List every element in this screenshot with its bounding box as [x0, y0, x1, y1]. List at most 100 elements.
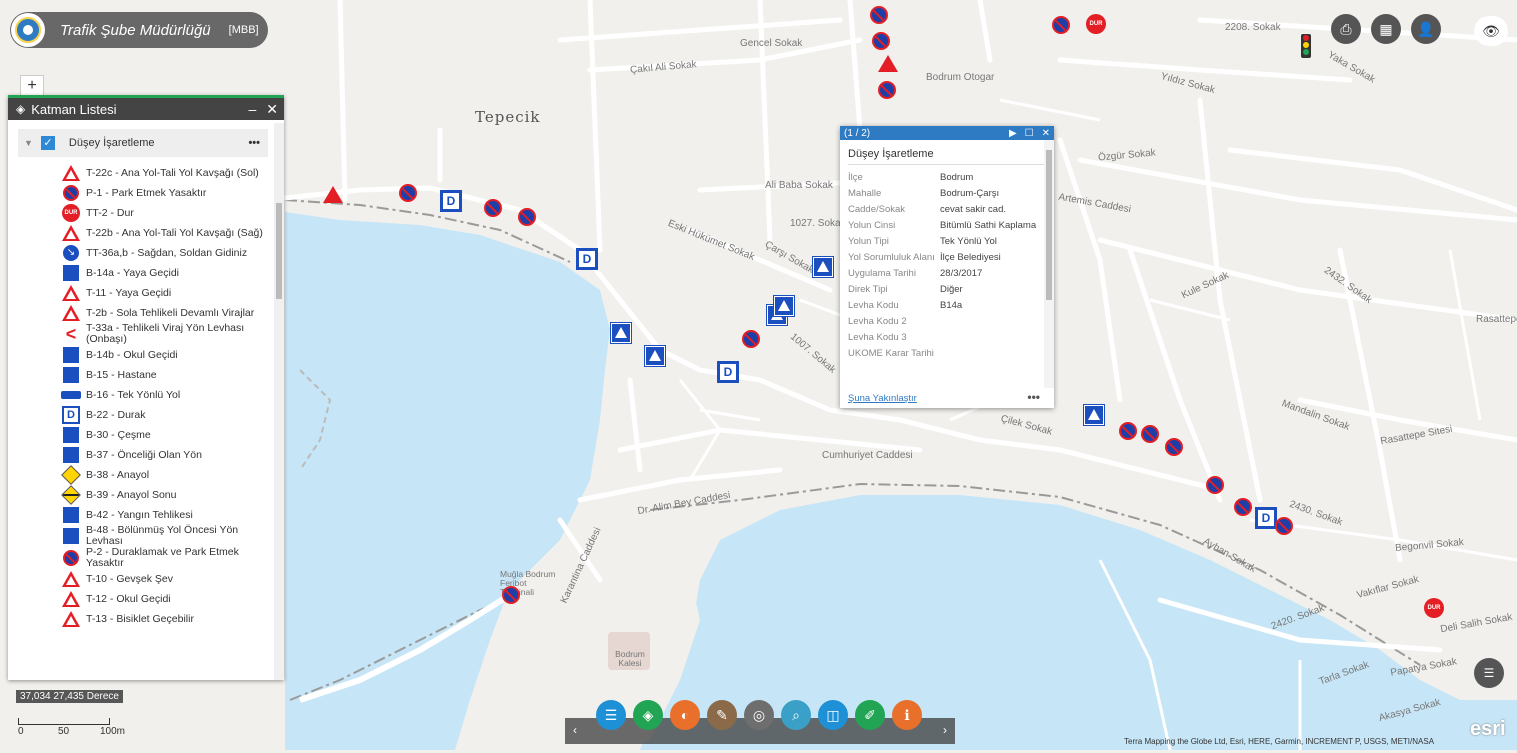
print-icon[interactable]: ⎙ [1331, 14, 1361, 44]
dur-sign-icon: DUR [61, 204, 81, 222]
popup-title: Düşey İşaretleme [848, 148, 1046, 165]
close-button[interactable]: ✕ [266, 101, 278, 118]
stop-sign-marker[interactable]: DUR [1424, 598, 1444, 618]
user-icon[interactable]: 👤 [1411, 14, 1441, 44]
map-attribution: Terra Mapping the Globe Ltd, Esri, HERE,… [1124, 737, 1435, 746]
no-parking-marker[interactable] [1275, 517, 1293, 535]
legend-list-icon[interactable]: ☰ [1474, 658, 1504, 688]
legend-item-label: T-22b - Ana Yol-Tali Yol Kavşağı (Sağ) [86, 226, 263, 239]
attribute-value [940, 315, 1038, 331]
tri-sign-icon [61, 610, 81, 628]
legend-item-label: B-14b - Okul Geçidi [86, 348, 178, 361]
legend-item: B-14a - Yaya Geçidi [61, 263, 274, 283]
layer-checkbox[interactable]: ✓ [40, 136, 55, 150]
warning-sign-marker[interactable] [323, 186, 343, 203]
toolbar-prev-icon[interactable]: ‹ [573, 723, 577, 737]
search-icon[interactable]: ⌕ [781, 700, 811, 730]
split-icon[interactable]: ◫ [818, 700, 848, 730]
popup-attribute-row: İlçe Bodrum [848, 171, 1038, 187]
attribute-value [940, 347, 1038, 363]
no-parking-marker[interactable] [484, 199, 502, 217]
legend-item-label: B-48 - Bölünmüş Yol Öncesi Yön Levhası [86, 524, 239, 547]
basemap-icon[interactable]: ◐ [670, 700, 700, 730]
pedestrian-crossing-marker[interactable] [644, 345, 666, 367]
attribute-value: Tek Yönlü Yol [940, 236, 997, 247]
legend-item: ↘ TT-36a,b - Sağdan, Soldan Gidiniz [61, 243, 274, 263]
attribute-key: Mahalle [848, 188, 882, 199]
pedestrian-crossing-marker[interactable] [610, 322, 632, 344]
scale-label-mid: 50 [58, 726, 70, 737]
legend-item: T-12 - Okul Geçidi [61, 589, 274, 609]
next-feature-icon[interactable]: ▶ [1009, 128, 1017, 139]
no-parking-marker[interactable] [1119, 422, 1137, 440]
bluesq-sign-icon [61, 446, 81, 464]
pedestrian-crossing-marker[interactable] [812, 256, 834, 278]
no-parking-marker[interactable] [1234, 498, 1252, 516]
popup-attribute-row: Levha Kodu B14a [848, 299, 1038, 315]
popup-attribute-table: İlçe Bodrum Mahalle Bodrum-Çarşı Cadde/Sokak… [848, 171, 1038, 363]
no-parking-marker[interactable] [1206, 476, 1224, 494]
popup-attribute-row: Levha Kodu 3 [848, 331, 1038, 347]
layer-options-button[interactable]: ••• [248, 137, 260, 149]
popup-attribute-row: Levha Kodu 2 [848, 315, 1038, 331]
bus-stop-marker[interactable]: D [1255, 507, 1277, 529]
legend-item: B-37 - Önceliği Olan Yön [61, 445, 274, 465]
bus-stop-marker[interactable]: D [576, 248, 598, 270]
attribute-key: Yolun Tipi [848, 236, 889, 247]
legend-item: B-48 - Bölünmüş Yol Öncesi Yön Levhası [61, 525, 274, 547]
noparking-sign-icon [61, 549, 81, 567]
stop-sign-marker[interactable]: DUR [1086, 14, 1106, 34]
no-parking-marker[interactable] [742, 330, 760, 348]
measure-icon[interactable]: ✎ [707, 700, 737, 730]
no-parking-marker[interactable] [1165, 438, 1183, 456]
tri-sign-icon [61, 164, 81, 182]
attribute-key: İlçe [848, 172, 863, 183]
esri-logo: esri [1470, 718, 1506, 740]
street-label: 2208. Sokak [1225, 22, 1281, 33]
layer-list-body[interactable]: ▼ ✓ Düşey İşaretleme ••• T-22c - Ana Yol… [8, 123, 274, 680]
pedestrian-crossing-marker[interactable] [773, 295, 795, 317]
popup-close-icon[interactable]: ✕ [1042, 128, 1050, 139]
app-header: Trafik Şube Müdürlüğü [MBB] [10, 12, 268, 48]
attribute-value: Bodrum [940, 172, 974, 183]
bluesq-sign-icon [61, 506, 81, 524]
no-parking-marker[interactable] [518, 208, 536, 226]
popup-scrollbar[interactable] [1044, 140, 1054, 388]
edit-icon[interactable]: ✐ [855, 700, 885, 730]
bluecirc-sign-icon: ↘ [61, 244, 81, 262]
locate-icon[interactable]: ◎ [744, 700, 774, 730]
bus-stop-marker[interactable]: D [717, 361, 739, 383]
legend-item-label: T-11 - Yaya Geçidi [86, 286, 172, 299]
tri-sign-icon [61, 570, 81, 588]
grid-icon[interactable]: ▦ [1371, 14, 1401, 44]
no-parking-marker[interactable] [502, 586, 520, 604]
list-icon[interactable]: ☰ [596, 700, 626, 730]
zoom-to-link[interactable]: Şuna Yakınlaştır [848, 393, 917, 404]
no-parking-marker[interactable] [1052, 16, 1070, 34]
no-parking-marker[interactable] [870, 6, 888, 24]
pedestrian-crossing-marker[interactable] [1083, 404, 1105, 426]
minimize-button[interactable]: – [248, 101, 256, 118]
no-parking-marker[interactable] [1141, 425, 1159, 443]
traffic-light-icon[interactable] [1301, 34, 1311, 58]
layer-list-scrollbar[interactable] [274, 123, 284, 680]
info-icon[interactable]: ℹ [892, 700, 922, 730]
attribute-value: İlçe Belediyesi [940, 252, 1001, 263]
legend-item: T-11 - Yaya Geçidi [61, 283, 274, 303]
bus-stop-marker[interactable]: D [440, 190, 462, 212]
popup-more-button[interactable]: ••• [1027, 390, 1040, 404]
legend-item-label: B-16 - Tek Yönlü Yol [86, 388, 181, 401]
town-label: Tepecik [475, 108, 541, 126]
eye-icon[interactable]: 👁 [1474, 16, 1508, 46]
maximize-icon[interactable]: ☐ [1025, 128, 1034, 139]
layer-group[interactable]: ▼ ✓ Düşey İşaretleme ••• [18, 129, 268, 157]
toolbar-next-icon[interactable]: › [943, 723, 947, 737]
no-parking-marker[interactable] [878, 81, 896, 99]
layers-icon[interactable]: ◈ [633, 700, 663, 730]
no-parking-marker[interactable] [872, 32, 890, 50]
collapse-arrow-icon[interactable]: ▼ [24, 138, 33, 148]
no-parking-marker[interactable] [399, 184, 417, 202]
warning-sign-marker[interactable] [878, 55, 898, 72]
popup-attribute-row: Yol Sorumluluk Alanı İlçe Belediyesi [848, 251, 1038, 267]
attribute-key: UKOME Karar Tarihi [848, 348, 934, 359]
